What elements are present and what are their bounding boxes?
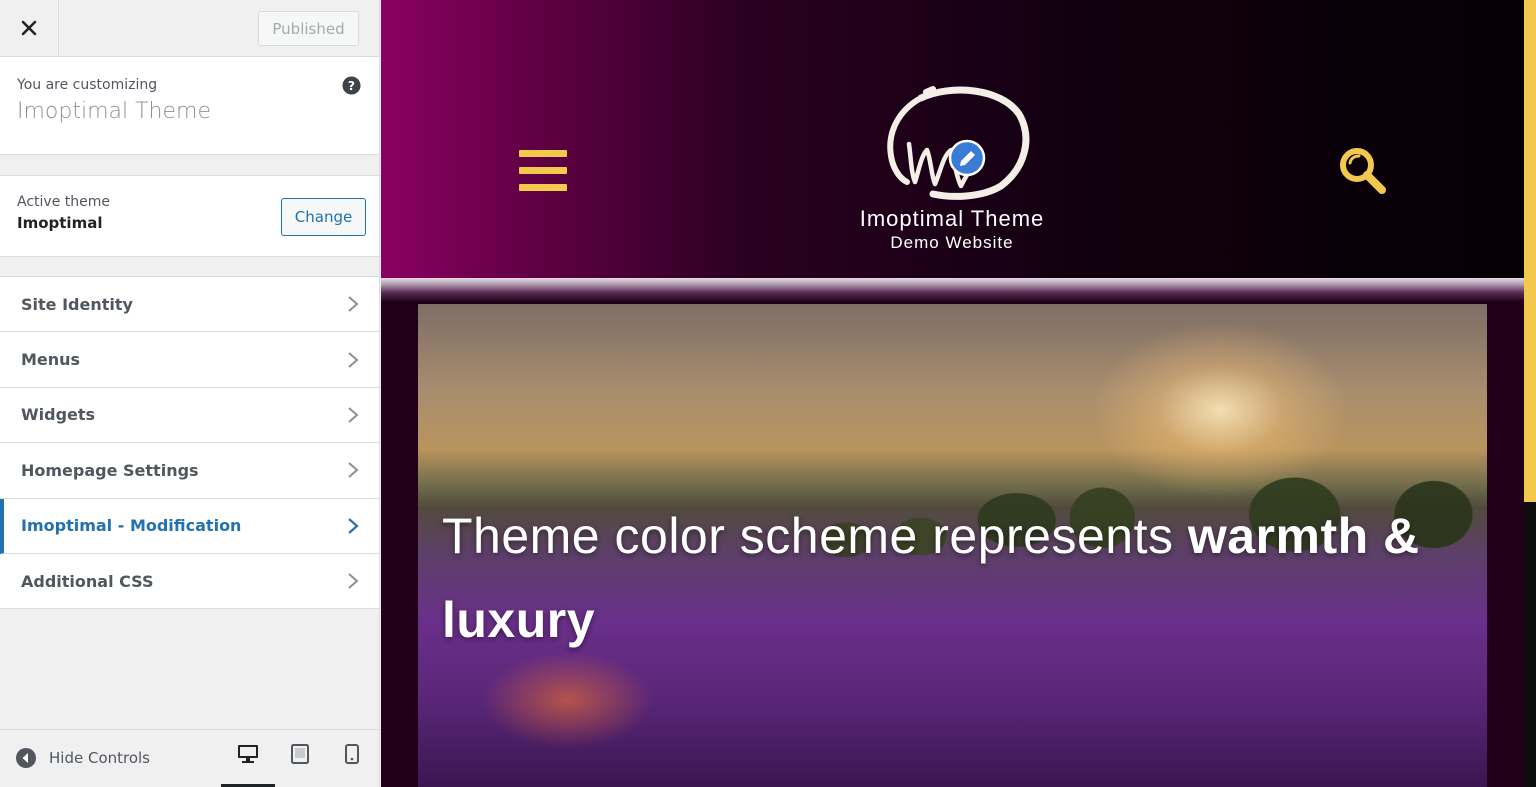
hero-banner: Theme color scheme represents warmth & l… <box>418 304 1487 787</box>
section-site-identity[interactable]: Site Identity <box>0 277 379 333</box>
mobile-icon <box>345 744 359 764</box>
customizing-label: You are customizing <box>17 77 158 93</box>
section-homepage-settings[interactable]: Homepage Settings <box>0 443 379 499</box>
section-label: Widgets <box>21 405 96 425</box>
right-scroll-strip <box>1524 0 1536 787</box>
site-tagline: Demo Website <box>890 233 1014 252</box>
preview-tablet-button[interactable] <box>273 744 327 787</box>
section-imoptimal-modification[interactable]: Imoptimal - Modification <box>0 498 379 554</box>
site-preview: Imoptimal Theme Demo Website Theme color… <box>381 0 1536 787</box>
hero-text-regular: Theme color scheme represents <box>442 508 1188 564</box>
preview-mobile-button[interactable] <box>325 744 379 787</box>
hamburger-line <box>519 184 567 191</box>
header-divider <box>381 278 1524 302</box>
customizer-sidebar: Published You are customizing Imoptimal … <box>0 0 380 787</box>
customizer-section-list: Site Identity Menus Widgets Homepage Set… <box>0 276 379 610</box>
chevron-right-icon <box>348 517 359 534</box>
section-label: Menus <box>21 350 81 370</box>
preview-desktop-button[interactable] <box>221 744 275 787</box>
search-icon[interactable] <box>1338 146 1388 196</box>
section-widgets[interactable]: Widgets <box>0 388 379 444</box>
customizing-info: You are customizing Imoptimal Theme <box>0 57 379 155</box>
chevron-right-icon <box>348 351 359 368</box>
section-label: Imoptimal - Modification <box>21 516 242 536</box>
hero-heading: Theme color scheme represents warmth & l… <box>442 494 1462 662</box>
site-title[interactable]: Imoptimal Theme <box>802 206 1102 232</box>
collapse-arrow-icon <box>16 748 36 768</box>
customizer-top-bar: Published <box>0 0 379 57</box>
close-button[interactable] <box>0 0 59 56</box>
site-logo[interactable] <box>881 86 1031 202</box>
desktop-icon <box>238 745 258 763</box>
tablet-icon <box>291 744 309 764</box>
chevron-right-icon <box>348 407 359 423</box>
site-header: Imoptimal Theme Demo Website <box>381 0 1524 278</box>
section-menus[interactable]: Menus <box>0 332 379 388</box>
section-label: Homepage Settings <box>21 460 199 480</box>
hide-controls-label: Hide Controls <box>49 749 151 767</box>
hide-controls-button[interactable]: Hide Controls <box>15 747 150 769</box>
close-icon <box>21 20 37 36</box>
hamburger-line <box>519 167 567 174</box>
help-icon[interactable]: ? <box>342 76 361 95</box>
scroll-indicator[interactable] <box>1524 0 1536 502</box>
customizing-theme-name: Imoptimal Theme <box>17 99 211 124</box>
active-theme-panel: Active theme Imoptimal Change <box>0 175 379 257</box>
publish-button[interactable]: Published <box>258 11 359 46</box>
customizer-footer: Hide Controls <box>0 729 379 787</box>
chevron-right-icon <box>348 573 359 589</box>
section-label: Site Identity <box>21 294 133 314</box>
svg-text:?: ? <box>348 79 355 93</box>
hamburger-line <box>519 150 567 157</box>
section-label: Additional CSS <box>21 571 154 591</box>
chevron-right-icon <box>348 462 359 479</box>
change-theme-button[interactable]: Change <box>281 198 366 236</box>
chevron-right-icon <box>348 296 359 312</box>
section-additional-css[interactable]: Additional CSS <box>0 554 379 610</box>
menu-toggle-button[interactable] <box>519 150 567 191</box>
